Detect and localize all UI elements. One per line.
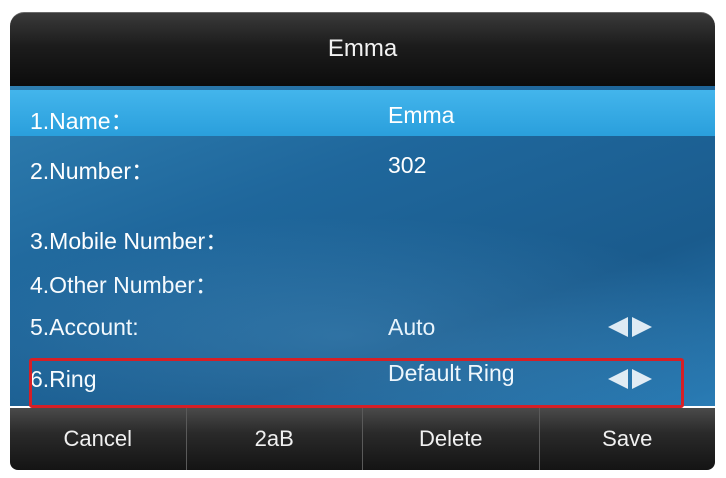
field-label-account: 5.Account: [30, 314, 139, 340]
arrow-left-icon[interactable] [608, 369, 628, 389]
account-switch-arrows[interactable] [608, 317, 664, 337]
softkey-bar: Cancel 2aB Delete Save [10, 408, 715, 470]
field-label-number: 2.Number： [30, 158, 154, 184]
field-value-account[interactable]: Auto [388, 314, 435, 341]
field-row-other-number[interactable]: 4.Other Number： [10, 254, 715, 300]
field-row-account[interactable]: 5.Account: Auto [10, 302, 715, 348]
field-label-mobile-number: 3.Mobile Number： [30, 228, 229, 254]
field-label-ring: 6.Ring [30, 366, 97, 392]
contact-edit-list: 1.Name： Emma 2.Number： 302 3.Mobile Numb… [10, 86, 715, 406]
save-button[interactable]: Save [540, 408, 716, 470]
field-label-other-number: 4.Other Number： [30, 272, 218, 298]
field-row-ring[interactable]: 6.Ring Default Ring [10, 354, 715, 400]
phone-screen: Emma 1.Name： Emma 2.Number： 302 3.Mobile… [0, 0, 726, 478]
screen-title: Emma [327, 35, 398, 62]
field-label-name: 1.Name： [30, 108, 134, 134]
title-bar: Emma [10, 12, 715, 86]
delete-button[interactable]: Delete [363, 408, 540, 470]
arrow-right-icon[interactable] [632, 369, 652, 389]
field-row-name[interactable]: 1.Name： Emma [10, 90, 715, 136]
input-mode-button[interactable]: 2aB [187, 408, 363, 470]
arrow-right-icon[interactable] [632, 317, 652, 337]
field-row-mobile-number[interactable]: 3.Mobile Number： [10, 210, 715, 256]
ring-switch-arrows[interactable] [608, 369, 664, 389]
field-row-number[interactable]: 2.Number： 302 [10, 140, 715, 186]
arrow-left-icon[interactable] [608, 317, 628, 337]
field-value-number[interactable]: 302 [388, 152, 426, 179]
field-value-name[interactable]: Emma [388, 102, 454, 129]
field-value-ring[interactable]: Default Ring [388, 360, 515, 387]
cancel-button[interactable]: Cancel [10, 408, 187, 470]
